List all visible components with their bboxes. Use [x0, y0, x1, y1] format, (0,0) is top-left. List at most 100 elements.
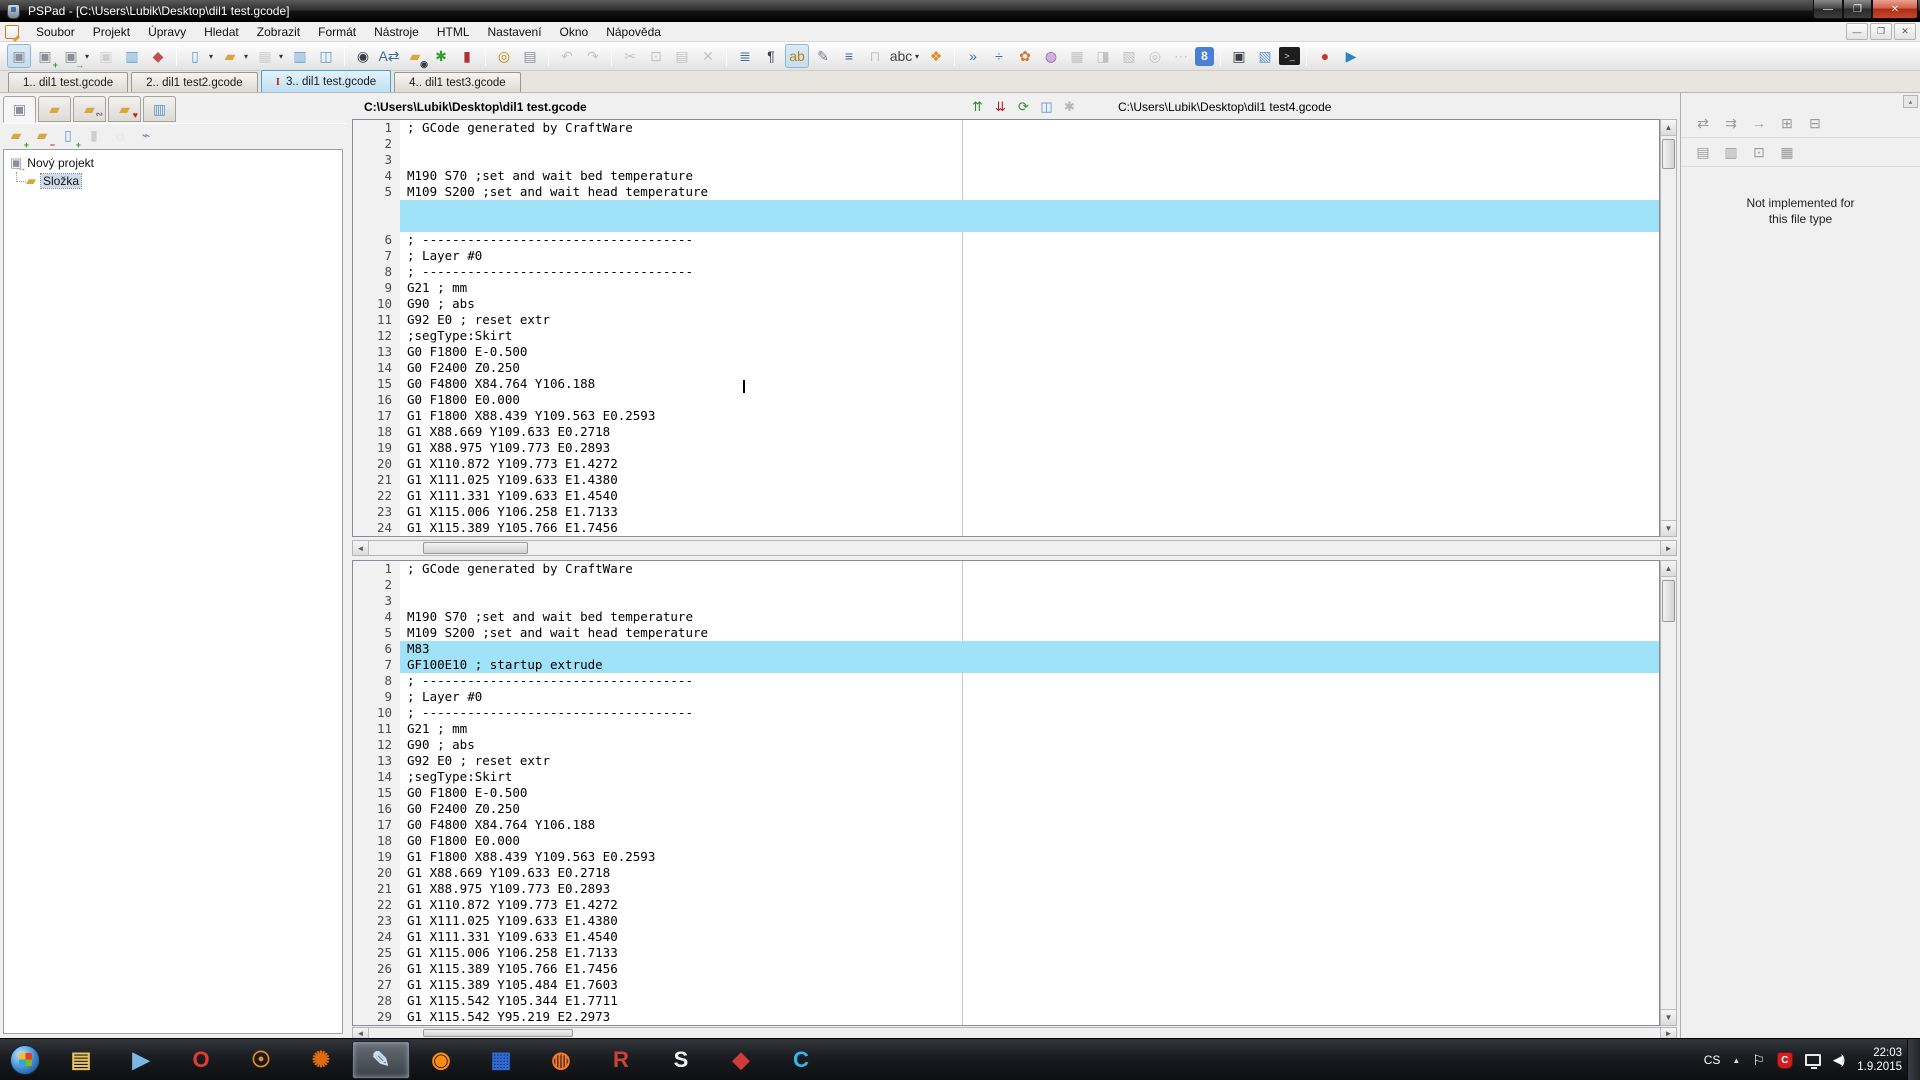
remove-folder-icon[interactable]: ▰ − — [30, 124, 54, 148]
horizontal-scrollbar-top[interactable]: ◄ ► — [352, 540, 1677, 556]
code-line[interactable]: 22 G1 X111.331 Y109.633 E1.4540 — [353, 488, 1659, 504]
undo-icon[interactable]: ↶ — [555, 44, 579, 68]
project-panel-tab[interactable]: ▣ — [3, 96, 36, 123]
zoom-dark-icon[interactable]: ◎ — [1143, 44, 1167, 68]
print-icon[interactable]: ▤ — [518, 44, 542, 68]
strike-pen-icon[interactable]: ✎ — [811, 44, 835, 68]
code-line[interactable]: 27 G1 X115.389 Y105.484 E1.7603 — [353, 977, 1659, 993]
play-macro-icon[interactable]: ▶ — [1339, 44, 1363, 68]
code-line[interactable]: 13 G0 F1800 E-0.500 — [353, 344, 1659, 360]
scrollbar-thumb[interactable] — [1662, 580, 1675, 622]
windows-panel-tab[interactable]: ▥ — [143, 96, 176, 122]
code-line[interactable]: 18 G0 F1800 E0.000 — [353, 833, 1659, 849]
project-panel-icon[interactable]: ▥ — [120, 44, 144, 68]
mdi-minimize-button[interactable]: — — [1846, 23, 1868, 40]
project-add-icon[interactable]: ▣+ — [33, 44, 57, 68]
delete-icon[interactable]: ✕ — [696, 44, 720, 68]
code-line[interactable]: 17 G0 F4800 X84.764 Y106.188 — [353, 817, 1659, 833]
code-line[interactable]: 13 G92 E0 ; reset extr — [353, 753, 1659, 769]
find-replace-icon[interactable]: A⇄ — [377, 44, 401, 68]
code-line[interactable]: 3 — [353, 152, 1659, 168]
volume-icon[interactable]: ◀) — [1833, 1052, 1843, 1068]
magnifier-icon[interactable]: ◎ — [492, 44, 516, 68]
code-line[interactable]: 25 G1 X115.006 Y106.258 E1.7133 — [353, 945, 1659, 961]
code-line[interactable]: 23 G1 X111.025 Y109.633 E1.4380 — [353, 913, 1659, 929]
find-icon[interactable]: ◉ — [351, 44, 375, 68]
s-app-icon[interactable]: S — [652, 1041, 710, 1079]
code-line[interactable]: 4 M190 S70 ;set and wait bed temperature — [353, 609, 1659, 625]
show-formatting-icon[interactable]: ¶ — [759, 44, 783, 68]
scroll-up-icon[interactable]: ▲ — [1661, 561, 1676, 577]
floppy-app-icon[interactable]: ▦ — [472, 1041, 530, 1079]
code-line[interactable]: 8 ; ------------------------------------ — [353, 264, 1659, 280]
start-button[interactable] — [10, 1045, 40, 1075]
add-file-icon[interactable]: ▯ + — [56, 124, 80, 148]
line-numbers-icon[interactable]: ≡ — [837, 44, 861, 68]
code-line[interactable]: 1 ; GCode generated by CraftWare — [353, 561, 1659, 577]
mdi-close-button[interactable]: ✕ — [1894, 23, 1916, 40]
next-difference-icon[interactable]: ⇊ — [990, 97, 1011, 117]
save-file-icon[interactable]: ▦ — [253, 44, 277, 68]
first-difference-icon[interactable]: ⇈ — [967, 97, 988, 117]
syntax-highlight-icon[interactable]: ab — [785, 44, 809, 68]
menu-item[interactable]: HTML — [428, 23, 479, 41]
code-line[interactable]: 5 M109 S200 ;set and wait head temperatu… — [353, 184, 1659, 200]
menu-item[interactable]: Nástroje — [365, 23, 428, 41]
scrollbar-thumb[interactable] — [423, 542, 528, 554]
network-icon[interactable] — [1805, 1054, 1821, 1066]
code-line[interactable]: 10 G90 ; abs — [353, 296, 1659, 312]
show-desktop-button[interactable] — [1907, 1039, 1920, 1080]
media-player-icon[interactable]: ▶ — [112, 1041, 170, 1079]
new-file-dropdown-icon[interactable]: ▾ — [206, 44, 216, 68]
code-line[interactable]: 4 M190 S70 ;set and wait bed temperature — [353, 168, 1659, 184]
code-line[interactable]: 28 G1 X115.542 Y105.344 E1.7711 — [353, 993, 1659, 1009]
windows-explorer-icon[interactable]: ▤ — [52, 1041, 110, 1079]
new-file-icon[interactable]: ▯ — [183, 44, 207, 68]
menu-item[interactable]: Zobrazit — [248, 23, 309, 41]
folder-link-panel-tab[interactable]: ▰ ∾ — [73, 96, 106, 122]
tree-item-project-root[interactable]: ▣→ Nový projekt — [4, 154, 342, 172]
file-panel-icon[interactable]: ◫ — [314, 44, 338, 68]
code-line[interactable]: 19 G1 F1800 X88.439 Y109.563 E0.2593 — [353, 849, 1659, 865]
hidden-icons-icon[interactable]: ▲ — [1732, 1056, 1740, 1065]
image-1-icon[interactable]: ▦ — [1065, 44, 1089, 68]
open-file-dropdown-icon[interactable]: ▾ — [241, 44, 251, 68]
folder-panel-tab[interactable]: ▰ — [38, 96, 71, 122]
menu-item[interactable]: Soubor — [27, 23, 84, 41]
paint-splash-app-icon[interactable]: ✺ — [292, 1041, 350, 1079]
r-block-app-icon[interactable]: R — [592, 1041, 650, 1079]
restore-button[interactable]: ❐ — [1843, 0, 1872, 19]
tree-item-folder[interactable]: ▰ Složka — [4, 172, 342, 190]
favorites-panel-tab[interactable]: ▰ ♥ — [108, 96, 141, 122]
close-button[interactable]: ✕ — [1872, 0, 1918, 19]
language-indicator[interactable]: CS — [1704, 1053, 1721, 1067]
code-line[interactable]: 17 G1 F1800 X88.439 Y109.563 E0.2593 — [353, 408, 1659, 424]
menu-item[interactable]: Formát — [309, 23, 365, 41]
code-line[interactable]: 21 G1 X111.025 Y109.633 E1.4380 — [353, 472, 1659, 488]
code-line[interactable]: 3 — [353, 593, 1659, 609]
menu-item[interactable]: Nastavení — [479, 23, 551, 41]
project-dropdown-icon[interactable]: ▾ — [82, 44, 92, 68]
document-tab[interactable]: 1.. dil1 test.gcode — [8, 72, 128, 92]
code-line[interactable] — [353, 216, 1659, 232]
code-line[interactable]: 20 G1 X88.669 Y109.633 E0.2718 — [353, 865, 1659, 881]
code-line[interactable]: 12 G90 ; abs — [353, 737, 1659, 753]
more-icon[interactable]: ⋯ — [1169, 44, 1193, 68]
code-line[interactable]: 12 ;segType:Skirt — [353, 328, 1659, 344]
code-line[interactable]: 20 G1 X110.872 Y109.773 E1.4272 — [353, 456, 1659, 472]
craftware-icon[interactable]: C — [772, 1041, 830, 1079]
code-line[interactable]: 8 ; ------------------------------------ — [353, 673, 1659, 689]
scroll-up-icon[interactable]: ▲ — [1661, 120, 1676, 136]
duplicate-block-icon[interactable]: ▦ — [1774, 141, 1800, 163]
bookmark-icon[interactable]: ▮ — [455, 44, 479, 68]
code-line[interactable]: 24 G1 X111.331 Y109.633 E1.4540 — [353, 929, 1659, 945]
palette-icon[interactable]: ✿ — [1013, 44, 1037, 68]
recompare-icon[interactable]: ⟳ — [1013, 97, 1034, 117]
code-line[interactable]: 7 ; Layer #0 — [353, 248, 1659, 264]
code-line[interactable]: 7 GF100E10 ; startup extrude — [353, 657, 1659, 673]
google-icon[interactable]: 8 — [1195, 47, 1214, 66]
opera-icon[interactable]: O — [172, 1041, 230, 1079]
project-open-icon[interactable]: ▣ — [7, 44, 31, 68]
go-to-difference-icon[interactable]: → — [1746, 112, 1772, 134]
code-line[interactable]: 9 G21 ; mm — [353, 280, 1659, 296]
